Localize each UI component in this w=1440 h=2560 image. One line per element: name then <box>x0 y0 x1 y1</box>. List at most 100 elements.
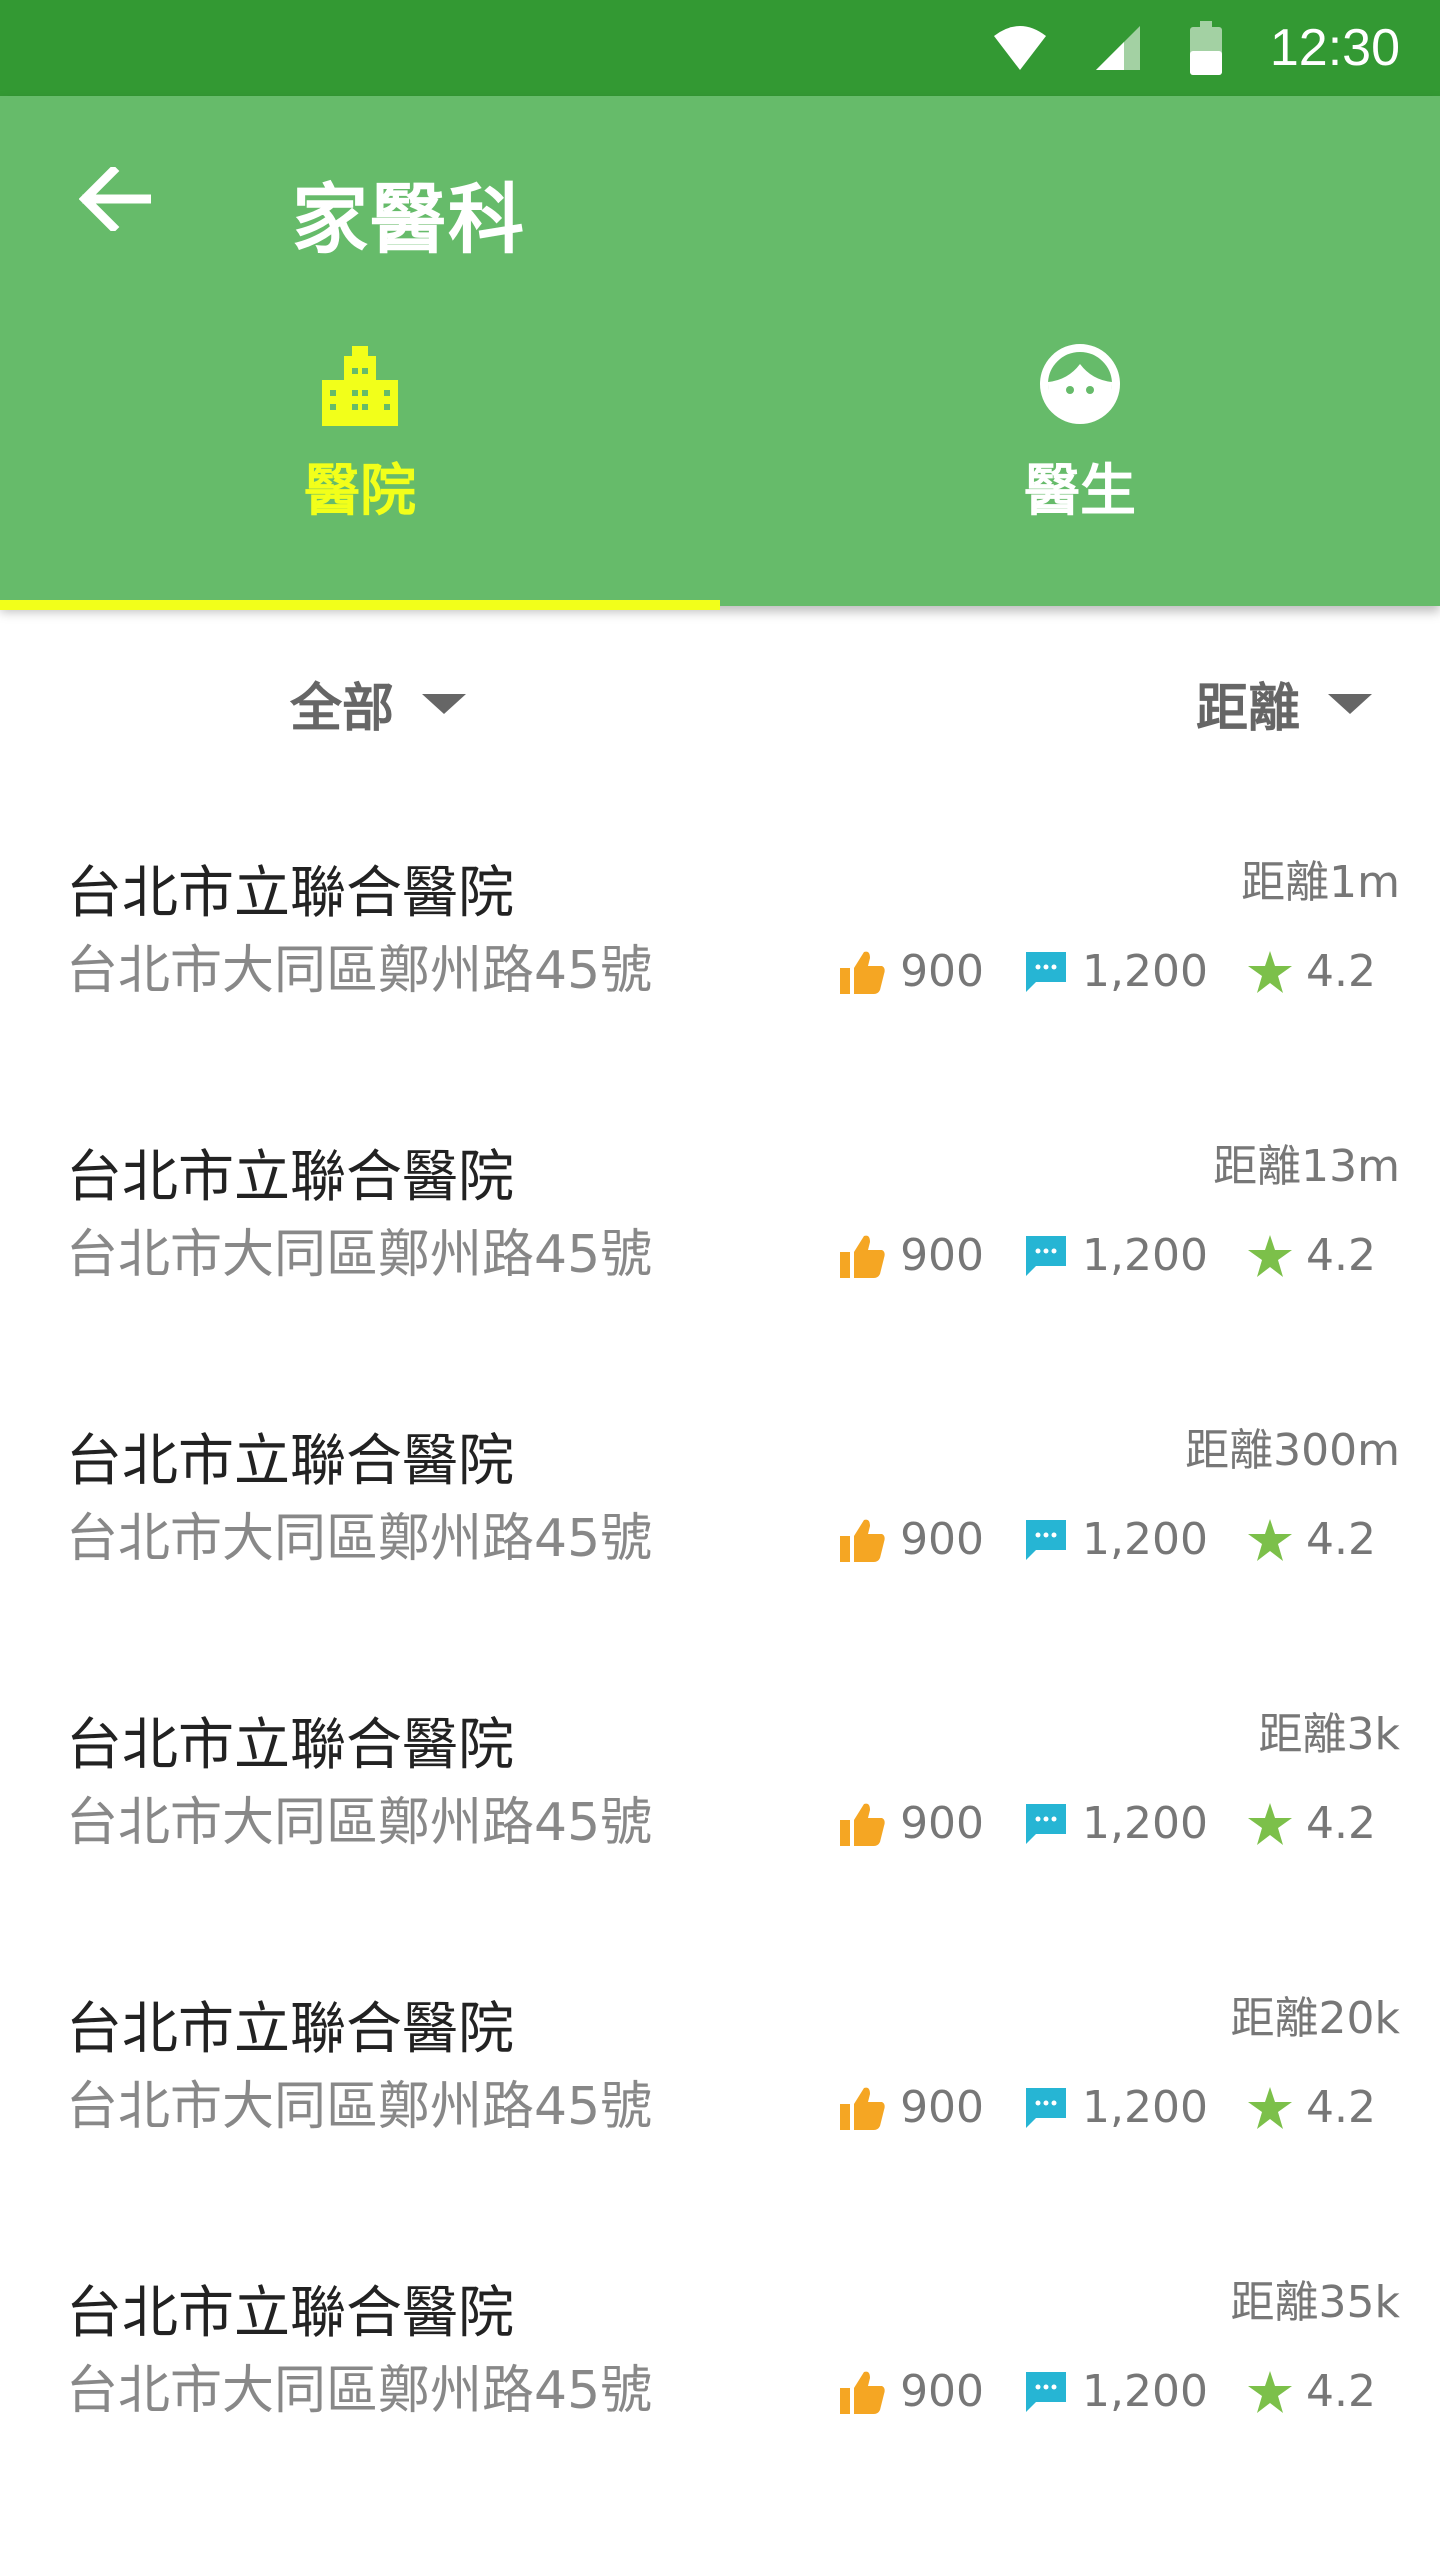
star-icon <box>1248 1234 1293 1277</box>
category-dropdown[interactable]: 全部 <box>290 666 467 741</box>
comment-icon <box>1024 950 1068 994</box>
comment-icon <box>1024 1518 1068 1562</box>
comments-count: 1,200 <box>1082 2366 1209 2417</box>
hospital-name: 台北市立聯合醫院 <box>66 1713 514 1778</box>
hospital-address: 台北市大同區鄭州路45號 <box>66 2077 653 2137</box>
list-item[interactable]: 台北市立聯合醫院 台北市大同區鄭州路45號 距離1m 900 1,200 4.2 <box>0 786 1440 1070</box>
likes-stat: 900 <box>840 1514 984 1565</box>
star-icon <box>1248 2086 1293 2129</box>
thumbs-up-icon <box>840 2086 886 2130</box>
rating-stat: 4.2 <box>1248 2366 1376 2417</box>
thumbs-up-icon <box>840 1518 886 1562</box>
star-icon <box>1248 1802 1293 1845</box>
arrow-left-icon <box>78 164 154 235</box>
list-item[interactable]: 台北市立聯合醫院 台北市大同區鄭州路45號 距離3k 900 1,200 4.2 <box>0 1638 1440 1922</box>
likes-count: 900 <box>900 1514 985 1565</box>
distance-label: 距離20k <box>1230 1993 1400 2044</box>
status-bar: 12:30 <box>0 0 1440 96</box>
likes-stat: 900 <box>840 946 984 997</box>
comments-count: 1,200 <box>1082 2082 1209 2133</box>
item-stats: 900 1,200 4.2 <box>840 946 1376 997</box>
item-stats: 900 1,200 4.2 <box>840 1514 1376 1565</box>
likes-stat: 900 <box>840 1230 984 1281</box>
hospital-name: 台北市立聯合醫院 <box>66 2281 514 2346</box>
app-bar: 家醫科 醫院 醫生 <box>0 96 1440 610</box>
likes-stat: 900 <box>840 2366 984 2417</box>
item-stats: 900 1,200 4.2 <box>840 2366 1376 2417</box>
hospital-name: 台北市立聯合醫院 <box>66 1429 514 1494</box>
likes-count: 900 <box>900 2082 985 2133</box>
list-item[interactable]: 台北市立聯合醫院 台北市大同區鄭州路45號 距離300m 900 1,200 4… <box>0 1354 1440 1638</box>
likes-stat: 900 <box>840 2082 984 2133</box>
likes-count: 900 <box>900 946 985 997</box>
likes-count: 900 <box>900 2366 985 2417</box>
battery-icon <box>1189 21 1222 75</box>
rating-stat: 4.2 <box>1248 2082 1376 2133</box>
page-title: 家醫科 <box>292 175 526 264</box>
rating-value: 4.2 <box>1306 2366 1376 2417</box>
comments-stat: 1,200 <box>1024 2082 1208 2133</box>
list-item[interactable]: 台北市立聯合醫院 台北市大同區鄭州路45號 距離35k 900 1,200 4.… <box>0 2206 1440 2490</box>
thumbs-up-icon <box>840 2370 886 2414</box>
tab-doctor[interactable]: 醫生 <box>720 326 1440 606</box>
comments-count: 1,200 <box>1082 1798 1209 1849</box>
likes-count: 900 <box>900 1230 985 1281</box>
tab-label: 醫生 <box>1024 459 1136 524</box>
caret-down-icon <box>422 693 467 714</box>
star-icon <box>1248 950 1293 993</box>
comment-icon <box>1024 2370 1068 2414</box>
item-stats: 900 1,200 4.2 <box>840 1798 1376 1849</box>
list-item[interactable]: 台北市立聯合醫院 台北市大同區鄭州路45號 距離20k 900 1,200 4.… <box>0 1922 1440 2206</box>
hospital-name: 台北市立聯合醫院 <box>66 1145 514 1210</box>
rating-value: 4.2 <box>1306 946 1376 997</box>
clock: 12:30 <box>1269 19 1400 77</box>
tab-label: 醫院 <box>304 459 416 524</box>
hospital-list: 台北市立聯合醫院 台北市大同區鄭州路45號 距離1m 900 1,200 4.2 <box>0 786 1440 2490</box>
rating-value: 4.2 <box>1306 1798 1376 1849</box>
hospital-address: 台北市大同區鄭州路45號 <box>66 2361 653 2421</box>
thumbs-up-icon <box>840 950 886 994</box>
likes-stat: 900 <box>840 1798 984 1849</box>
likes-count: 900 <box>900 1798 985 1849</box>
star-icon <box>1248 1518 1293 1561</box>
building-icon <box>322 326 398 426</box>
category-label: 全部 <box>290 679 395 739</box>
thumbs-up-icon <box>840 1234 886 1278</box>
thumbs-up-icon <box>840 1802 886 1846</box>
filter-bar: 全部 距離 <box>0 606 1440 786</box>
rating-stat: 4.2 <box>1248 946 1376 997</box>
distance-label: 距離35k <box>1230 2277 1400 2328</box>
hospital-address: 台北市大同區鄭州路45號 <box>66 1509 653 1569</box>
sort-dropdown[interactable]: 距離 <box>1196 666 1372 741</box>
distance-label: 距離1m <box>1241 857 1400 908</box>
comments-stat: 1,200 <box>1024 946 1208 997</box>
rating-stat: 4.2 <box>1248 1798 1376 1849</box>
face-icon <box>1038 326 1122 426</box>
rating-value: 4.2 <box>1306 2082 1376 2133</box>
comments-count: 1,200 <box>1082 946 1209 997</box>
comment-icon <box>1024 2086 1068 2130</box>
distance-label: 距離13m <box>1213 1141 1400 1192</box>
caret-down-icon <box>1328 693 1372 714</box>
comment-icon <box>1024 1802 1068 1846</box>
comments-stat: 1,200 <box>1024 1514 1208 1565</box>
rating-value: 4.2 <box>1306 1230 1376 1281</box>
back-button[interactable] <box>60 156 170 246</box>
rating-value: 4.2 <box>1306 1514 1376 1565</box>
comments-stat: 1,200 <box>1024 2366 1208 2417</box>
sort-label: 距離 <box>1195 679 1300 739</box>
comments-count: 1,200 <box>1082 1514 1209 1565</box>
hospital-name: 台北市立聯合醫院 <box>66 861 514 926</box>
rating-stat: 4.2 <box>1248 1514 1376 1565</box>
hospital-address: 台北市大同區鄭州路45號 <box>66 941 653 1001</box>
distance-label: 距離3k <box>1258 1709 1400 1760</box>
cell-signal-icon <box>1094 24 1142 72</box>
comments-count: 1,200 <box>1082 1230 1209 1281</box>
star-icon <box>1248 2370 1293 2413</box>
comment-icon <box>1024 1234 1068 1278</box>
wifi-icon <box>993 24 1046 72</box>
hospital-address: 台北市大同區鄭州路45號 <box>66 1225 653 1285</box>
tab-hospital[interactable]: 醫院 <box>0 326 720 606</box>
list-item[interactable]: 台北市立聯合醫院 台北市大同區鄭州路45號 距離13m 900 1,200 4.… <box>0 1070 1440 1354</box>
hospital-address: 台北市大同區鄭州路45號 <box>66 1793 653 1853</box>
